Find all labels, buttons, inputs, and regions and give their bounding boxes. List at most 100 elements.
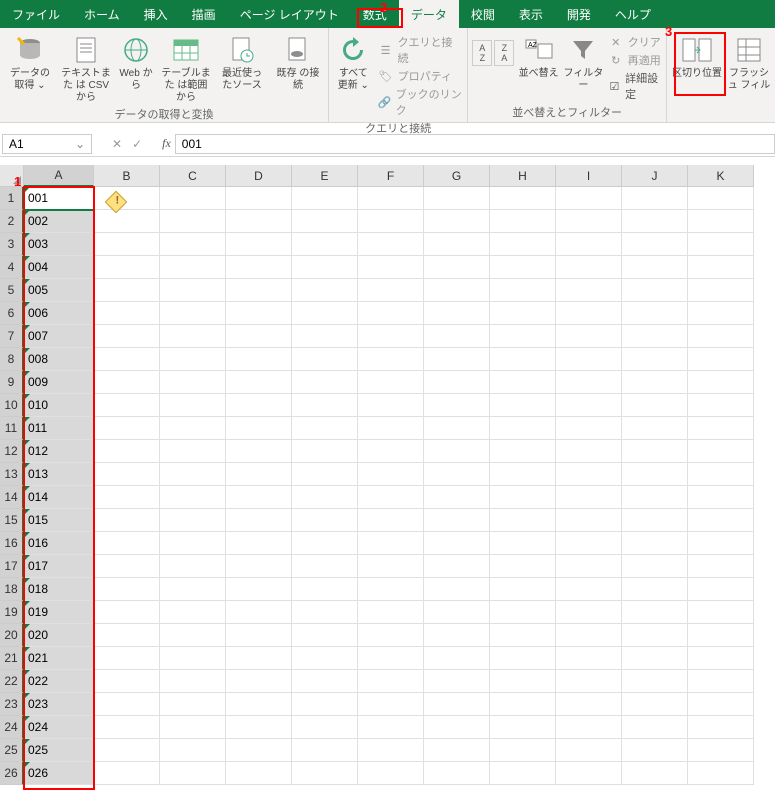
cell-F9[interactable] <box>358 371 424 394</box>
row-header[interactable]: 9 <box>0 371 24 394</box>
cell-E6[interactable] <box>292 302 358 325</box>
cell-H9[interactable] <box>490 371 556 394</box>
cell-D1[interactable] <box>226 187 292 210</box>
cell-K17[interactable] <box>688 555 754 578</box>
select-all-button[interactable] <box>0 165 24 187</box>
cell-D7[interactable] <box>226 325 292 348</box>
cell-F24[interactable] <box>358 716 424 739</box>
row-header[interactable]: 24 <box>0 716 24 739</box>
col-header-F[interactable]: F <box>358 165 424 187</box>
existing-connections-button[interactable]: 既存 の接続 <box>272 30 324 92</box>
cell-F23[interactable] <box>358 693 424 716</box>
cell-B1[interactable] <box>94 187 160 210</box>
cell-D12[interactable] <box>226 440 292 463</box>
name-box[interactable]: A1⌄ <box>2 134 92 154</box>
cell-A10[interactable]: 010 <box>24 394 94 417</box>
cell-E25[interactable] <box>292 739 358 762</box>
cell-G19[interactable] <box>424 601 490 624</box>
cell-K5[interactable] <box>688 279 754 302</box>
cell-A19[interactable]: 019 <box>24 601 94 624</box>
cell-H23[interactable] <box>490 693 556 716</box>
cell-K7[interactable] <box>688 325 754 348</box>
cell-J14[interactable] <box>622 486 688 509</box>
cell-D15[interactable] <box>226 509 292 532</box>
fx-icon[interactable]: fx <box>162 136 171 151</box>
row-header[interactable]: 13 <box>0 463 24 486</box>
cell-J12[interactable] <box>622 440 688 463</box>
cell-D6[interactable] <box>226 302 292 325</box>
queries-connections-button[interactable]: ☰クエリと接続 <box>378 34 464 66</box>
cell-J9[interactable] <box>622 371 688 394</box>
advanced-filter-button[interactable]: ☑詳細設定 <box>608 70 662 102</box>
cell-G15[interactable] <box>424 509 490 532</box>
col-header-H[interactable]: H <box>490 165 556 187</box>
cell-I23[interactable] <box>556 693 622 716</box>
tab-描画[interactable]: 描画 <box>180 0 228 28</box>
cell-K14[interactable] <box>688 486 754 509</box>
cell-J13[interactable] <box>622 463 688 486</box>
cell-A7[interactable]: 007 <box>24 325 94 348</box>
cell-K18[interactable] <box>688 578 754 601</box>
cell-F18[interactable] <box>358 578 424 601</box>
cell-E2[interactable] <box>292 210 358 233</box>
cell-A11[interactable]: 011 <box>24 417 94 440</box>
cell-D16[interactable] <box>226 532 292 555</box>
row-header[interactable]: 17 <box>0 555 24 578</box>
cell-A20[interactable]: 020 <box>24 624 94 647</box>
row-header[interactable]: 4 <box>0 256 24 279</box>
cell-F16[interactable] <box>358 532 424 555</box>
cell-H12[interactable] <box>490 440 556 463</box>
cell-H11[interactable] <box>490 417 556 440</box>
cell-K19[interactable] <box>688 601 754 624</box>
cell-B4[interactable] <box>94 256 160 279</box>
row-header[interactable]: 11 <box>0 417 24 440</box>
cell-E21[interactable] <box>292 647 358 670</box>
cell-H13[interactable] <box>490 463 556 486</box>
cell-H25[interactable] <box>490 739 556 762</box>
col-header-C[interactable]: C <box>160 165 226 187</box>
cell-H24[interactable] <box>490 716 556 739</box>
cell-I24[interactable] <box>556 716 622 739</box>
cell-I20[interactable] <box>556 624 622 647</box>
cell-I8[interactable] <box>556 348 622 371</box>
cell-H18[interactable] <box>490 578 556 601</box>
from-web-button[interactable]: Web から <box>116 30 156 92</box>
cell-B16[interactable] <box>94 532 160 555</box>
cell-E23[interactable] <box>292 693 358 716</box>
cell-A22[interactable]: 022 <box>24 670 94 693</box>
cell-J19[interactable] <box>622 601 688 624</box>
row-header[interactable]: 25 <box>0 739 24 762</box>
cell-H15[interactable] <box>490 509 556 532</box>
filter-button[interactable]: フィルター <box>563 30 604 92</box>
cell-D11[interactable] <box>226 417 292 440</box>
tab-開発[interactable]: 開発 <box>555 0 603 28</box>
cell-E4[interactable] <box>292 256 358 279</box>
cell-J7[interactable] <box>622 325 688 348</box>
cell-E26[interactable] <box>292 762 358 785</box>
cell-F1[interactable] <box>358 187 424 210</box>
cell-H21[interactable] <box>490 647 556 670</box>
cell-H8[interactable] <box>490 348 556 371</box>
cell-A15[interactable]: 015 <box>24 509 94 532</box>
cell-H10[interactable] <box>490 394 556 417</box>
row-header[interactable]: 26 <box>0 762 24 785</box>
cell-C3[interactable] <box>160 233 226 256</box>
cell-H4[interactable] <box>490 256 556 279</box>
cell-G1[interactable] <box>424 187 490 210</box>
cell-G12[interactable] <box>424 440 490 463</box>
cell-K16[interactable] <box>688 532 754 555</box>
cell-A16[interactable]: 016 <box>24 532 94 555</box>
row-header[interactable]: 23 <box>0 693 24 716</box>
cell-J5[interactable] <box>622 279 688 302</box>
cell-K8[interactable] <box>688 348 754 371</box>
cell-K2[interactable] <box>688 210 754 233</box>
cell-B12[interactable] <box>94 440 160 463</box>
cell-J23[interactable] <box>622 693 688 716</box>
cell-G24[interactable] <box>424 716 490 739</box>
cell-F4[interactable] <box>358 256 424 279</box>
cell-J20[interactable] <box>622 624 688 647</box>
cell-A14[interactable]: 014 <box>24 486 94 509</box>
cell-E14[interactable] <box>292 486 358 509</box>
cell-C7[interactable] <box>160 325 226 348</box>
cell-B6[interactable] <box>94 302 160 325</box>
